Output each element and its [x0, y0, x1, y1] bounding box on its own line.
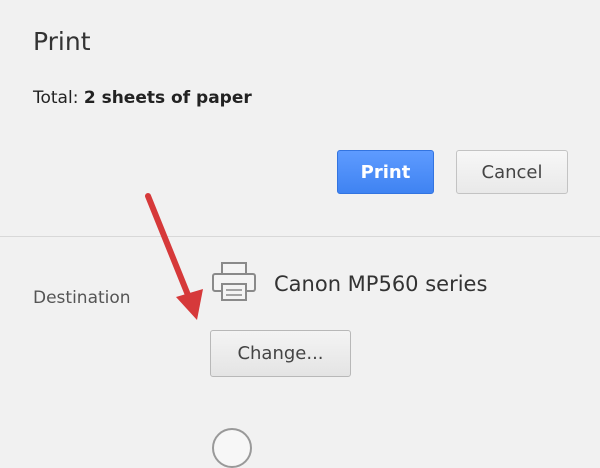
partial-radio-button[interactable] [212, 428, 252, 468]
printer-name: Canon MP560 series [274, 272, 488, 296]
total-label: Total: [33, 88, 79, 108]
cancel-button[interactable]: Cancel [456, 150, 568, 194]
printer-icon [212, 262, 256, 301]
print-button[interactable]: Print [337, 150, 434, 194]
destination-label: Destination [33, 288, 131, 308]
total-sheets: Total: 2 sheets of paper [33, 88, 252, 108]
dialog-header: Print Total: 2 sheets of paper Print Can… [0, 0, 600, 236]
change-destination-button[interactable]: Change... [210, 330, 351, 377]
page-title: Print [33, 27, 91, 56]
total-value: 2 sheets of paper [83, 88, 252, 108]
